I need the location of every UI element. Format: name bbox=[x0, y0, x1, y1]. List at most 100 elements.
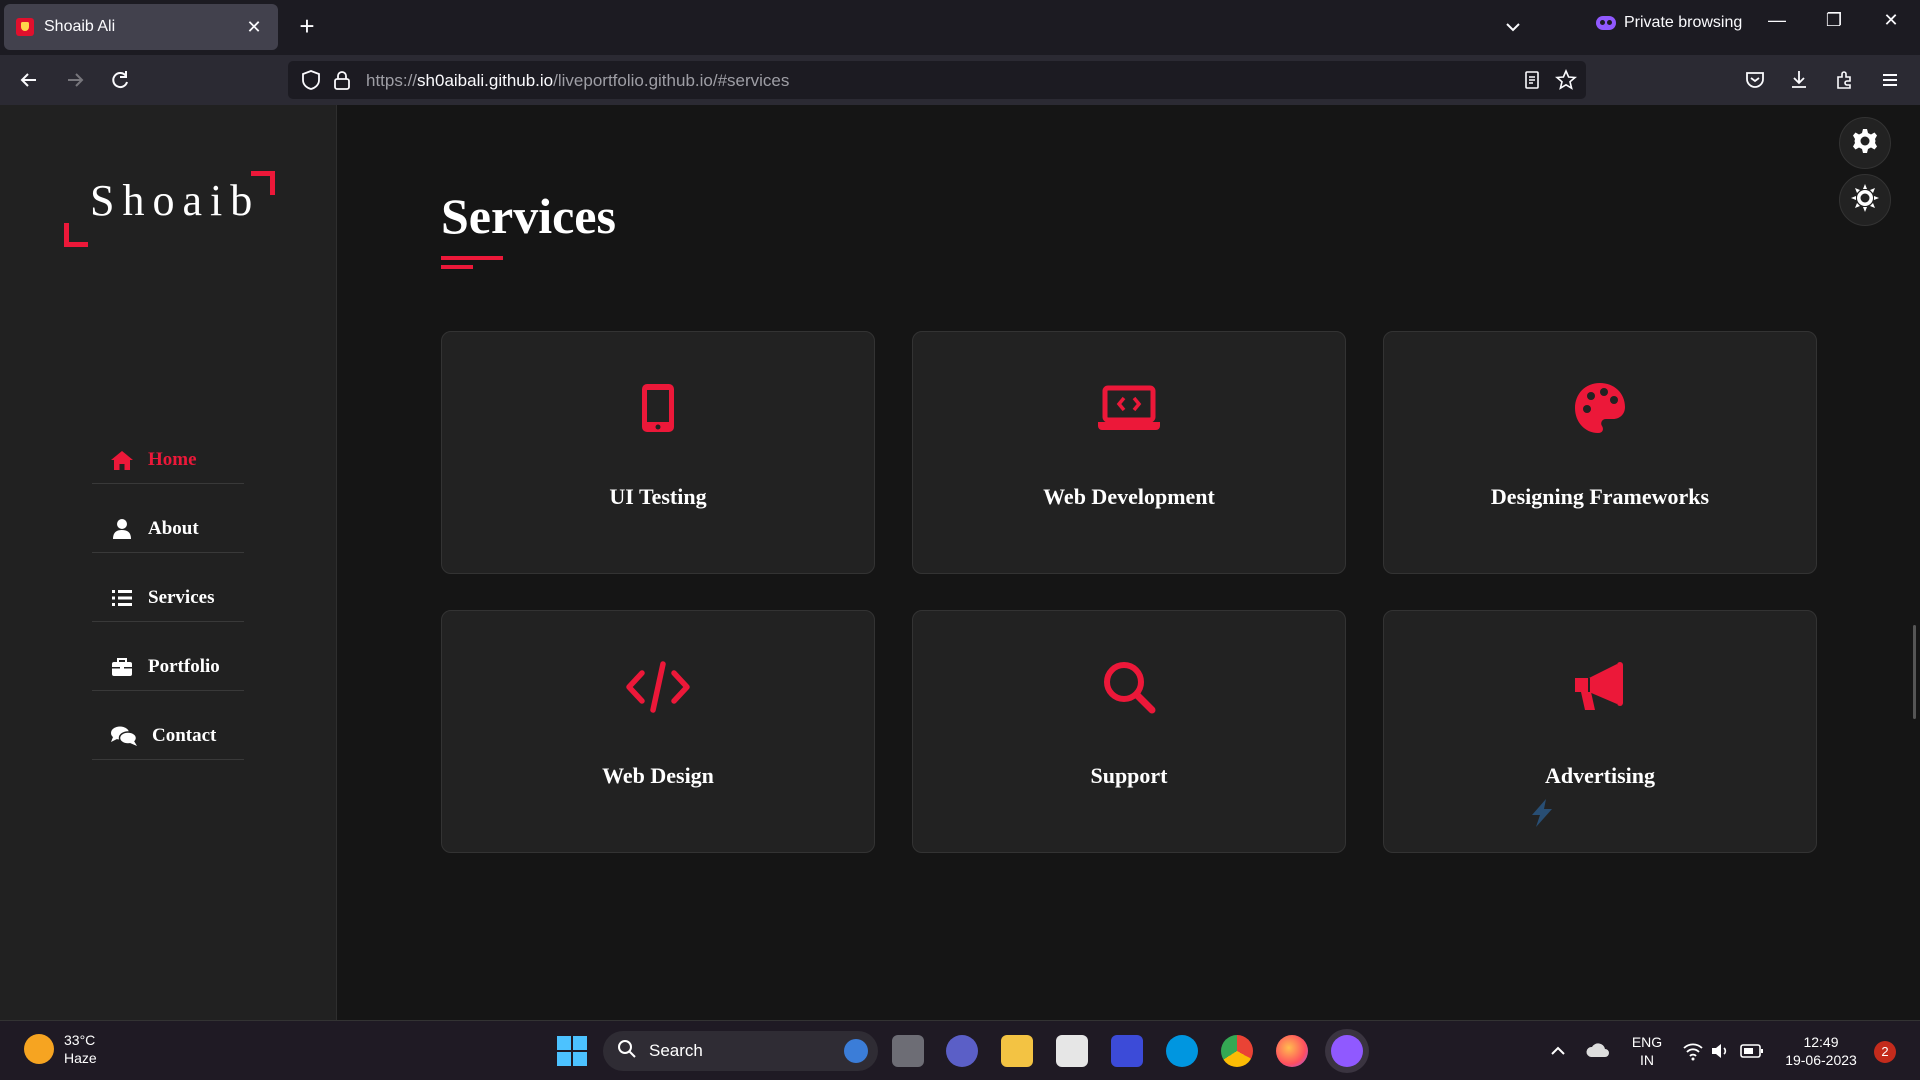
windows-start-icon[interactable] bbox=[556, 1035, 588, 1072]
scrollbar-thumb[interactable] bbox=[1913, 625, 1916, 719]
floating-badge-icon[interactable] bbox=[1524, 795, 1560, 836]
bing-icon[interactable] bbox=[844, 1039, 868, 1063]
search-label: Search bbox=[649, 1041, 703, 1060]
service-card-web-design[interactable]: Web Design bbox=[441, 610, 875, 853]
language-indicator[interactable]: ENG IN bbox=[1630, 1033, 1664, 1069]
volume-icon[interactable] bbox=[1710, 1041, 1730, 1066]
clock[interactable]: 12:49 19-06-2023 bbox=[1778, 1033, 1864, 1069]
weather-haze-icon bbox=[24, 1034, 54, 1064]
url-domain: sh0aibali.github.io bbox=[417, 71, 554, 90]
extensions-icon[interactable] bbox=[1830, 65, 1860, 95]
language-code: ENG bbox=[1631, 1034, 1663, 1050]
forward-button[interactable] bbox=[60, 65, 90, 95]
teams-chat-icon[interactable] bbox=[946, 1035, 978, 1067]
service-card-web-development[interactable]: Web Development bbox=[912, 331, 1346, 574]
home-icon bbox=[110, 449, 134, 471]
address-bar[interactable]: https://sh0aibali.github.io/liveportfoli… bbox=[288, 61, 1586, 99]
microsoft-store-icon[interactable] bbox=[1056, 1035, 1088, 1067]
weather-widget[interactable]: 33°C Haze bbox=[24, 1031, 97, 1067]
sidebar-item-services[interactable]: Services bbox=[92, 553, 244, 622]
service-card-designing-frameworks[interactable]: Designing Frameworks bbox=[1383, 331, 1817, 574]
skype-icon[interactable] bbox=[1166, 1035, 1198, 1067]
logo-text: Shoaib bbox=[90, 176, 261, 225]
lock-icon[interactable] bbox=[332, 69, 352, 96]
browser-navigation-bar: https://sh0aibali.github.io/liveportfoli… bbox=[0, 55, 1920, 105]
new-tab-button[interactable]: + bbox=[292, 12, 322, 42]
browser-tab-bar: Shoaib Ali ✕ + Private browsing — ❐ ✕ bbox=[0, 0, 1920, 55]
firefox-private-icon[interactable] bbox=[1331, 1035, 1363, 1067]
title-underline-short bbox=[441, 265, 473, 269]
site-logo[interactable]: Shoaib bbox=[60, 165, 275, 247]
chevron-up-icon[interactable] bbox=[1548, 1041, 1568, 1066]
downloads-icon[interactable] bbox=[1784, 65, 1814, 95]
minimize-button[interactable]: — bbox=[1759, 10, 1795, 31]
tab-list-chevron-icon[interactable] bbox=[1500, 14, 1526, 40]
sun-icon bbox=[1850, 183, 1880, 218]
bullhorn-icon bbox=[1384, 659, 1816, 715]
chrome-icon[interactable] bbox=[1221, 1035, 1253, 1067]
user-icon bbox=[110, 518, 134, 540]
tab-close-button[interactable]: ✕ bbox=[242, 17, 266, 38]
tracking-shield-icon[interactable] bbox=[300, 69, 322, 96]
list-icon bbox=[110, 587, 134, 609]
service-card-support[interactable]: Support bbox=[912, 610, 1346, 853]
battery-icon[interactable] bbox=[1740, 1042, 1764, 1065]
day-night-toggle[interactable] bbox=[1839, 174, 1891, 226]
notification-badge[interactable]: 2 bbox=[1874, 1041, 1896, 1063]
logo-bracket-bottom-left bbox=[64, 223, 88, 247]
code-icon bbox=[442, 659, 874, 715]
style-switcher-toggle[interactable] bbox=[1839, 117, 1891, 169]
taskbar: 33°C Haze Search ENG IN 12:49 19-06-2023… bbox=[0, 1020, 1920, 1080]
private-browsing-indicator: Private browsing bbox=[1596, 14, 1742, 32]
title-underline bbox=[441, 256, 503, 260]
sidebar-item-contact[interactable]: Contact bbox=[92, 691, 244, 760]
search-icon bbox=[913, 659, 1345, 715]
page-viewport: Shoaib Home About Services Portfolio Con… bbox=[0, 105, 1920, 1020]
file-explorer-icon[interactable] bbox=[1001, 1035, 1033, 1067]
service-label: Web Design bbox=[602, 763, 714, 788]
app-launcher-icon[interactable] bbox=[1111, 1035, 1143, 1067]
firefox-icon[interactable] bbox=[1276, 1035, 1308, 1067]
clock-time: 12:49 bbox=[1803, 1034, 1839, 1050]
service-card-ui-testing[interactable]: UI Testing bbox=[441, 331, 875, 574]
url-path: /liveportfolio.github.io/#services bbox=[553, 71, 790, 90]
onedrive-icon[interactable] bbox=[1586, 1041, 1610, 1066]
tab-title: Shoaib Ali bbox=[44, 18, 116, 35]
restore-button[interactable]: ❐ bbox=[1816, 10, 1852, 31]
wifi-icon[interactable] bbox=[1682, 1041, 1704, 1066]
sidebar-item-home[interactable]: Home bbox=[92, 415, 244, 484]
clock-date: 19-06-2023 bbox=[1785, 1052, 1857, 1068]
private-mask-icon bbox=[1596, 16, 1616, 30]
service-label: Web Development bbox=[1043, 484, 1215, 509]
sidebar-nav: Home About Services Portfolio Contact bbox=[92, 415, 244, 760]
browser-tab[interactable]: Shoaib Ali ✕ bbox=[4, 4, 278, 50]
pocket-icon[interactable] bbox=[1740, 65, 1770, 95]
service-label: Designing Frameworks bbox=[1490, 484, 1710, 509]
sidebar-item-label: Services bbox=[148, 587, 215, 608]
url-text[interactable]: https://sh0aibali.github.io/liveportfoli… bbox=[366, 71, 789, 91]
sidebar-item-portfolio[interactable]: Portfolio bbox=[92, 622, 244, 691]
reload-button[interactable] bbox=[105, 65, 135, 95]
back-button[interactable] bbox=[14, 65, 44, 95]
site-favicon-icon bbox=[16, 18, 34, 36]
service-label: Support bbox=[1090, 763, 1168, 788]
window-close-button[interactable]: ✕ bbox=[1873, 10, 1909, 31]
briefcase-icon bbox=[110, 656, 134, 678]
task-view-icon[interactable] bbox=[892, 1035, 924, 1067]
private-browsing-label: Private browsing bbox=[1624, 14, 1743, 31]
sidebar-item-label: Portfolio bbox=[148, 656, 220, 677]
sidebar-item-about[interactable]: About bbox=[92, 484, 244, 553]
url-prefix: https:// bbox=[366, 71, 418, 90]
service-card-advertising[interactable]: Advertising bbox=[1383, 610, 1817, 853]
sidebar-item-label: About bbox=[148, 518, 199, 539]
app-menu-icon[interactable] bbox=[1875, 65, 1905, 95]
mobile-icon bbox=[442, 380, 874, 436]
taskbar-search[interactable]: Search bbox=[603, 1031, 878, 1071]
bookmark-star-icon[interactable] bbox=[1554, 68, 1578, 97]
language-region: IN bbox=[1640, 1052, 1654, 1068]
palette-icon bbox=[1384, 380, 1816, 436]
laptop-code-icon bbox=[913, 380, 1345, 436]
gear-icon bbox=[1851, 127, 1879, 160]
service-label: UI Testing bbox=[609, 484, 707, 509]
reader-view-icon[interactable] bbox=[1521, 69, 1543, 96]
